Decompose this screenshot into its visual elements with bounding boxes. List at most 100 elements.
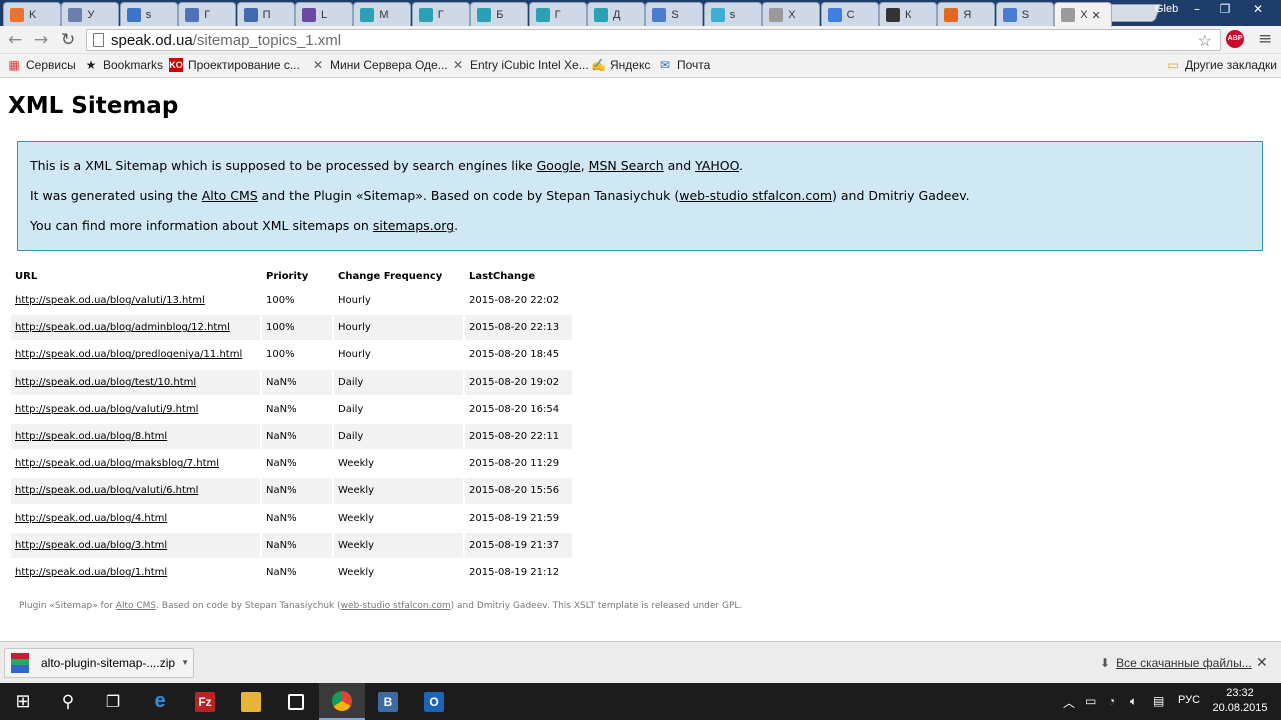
table-row: http://speak.od.ua/blog/predlogeniya/11.… — [11, 342, 572, 368]
browser-tab[interactable]: К — [879, 2, 937, 26]
sitemap-url-link[interactable]: http://speak.od.ua/blog/8.html — [15, 431, 167, 442]
alto-cms-link[interactable]: Alto CMS — [202, 188, 258, 203]
menu-icon[interactable]: ≡ — [1258, 29, 1272, 49]
sitemap-url-link[interactable]: http://speak.od.ua/blog/1.html — [15, 567, 167, 578]
browser-tab[interactable]: Д — [587, 2, 645, 26]
sitemap-table: URL Priority Change Frequency LastChange… — [9, 264, 574, 587]
yahoo-link[interactable]: YAHOO — [695, 158, 739, 173]
taskbar-chrome[interactable] — [319, 683, 365, 720]
sitemap-url-link[interactable]: http://speak.od.ua/blog/4.html — [15, 513, 167, 524]
sitemap-url-link[interactable]: http://speak.od.ua/blog/maksblog/7.html — [15, 458, 219, 469]
close-shelf-icon[interactable]: ✕ — [1256, 654, 1268, 671]
download-icon: ⬇ — [1100, 656, 1111, 670]
taskbar-edge[interactable]: e — [137, 683, 183, 720]
table-row: http://speak.od.ua/blog/8.html NaN% Daily 2… — [11, 423, 572, 450]
browser-tab[interactable]: Г — [178, 2, 237, 26]
column-header-url: URL — [15, 270, 38, 282]
search-button[interactable]: ⚲ — [45, 683, 91, 720]
sitemap-url-link[interactable]: http://speak.od.ua/blog/predlogeniya/11.… — [15, 349, 242, 360]
language-indicator[interactable]: РУС — [1178, 694, 1200, 706]
close-tab-icon[interactable]: ✕ — [1092, 9, 1101, 22]
forward-icon[interactable]: → — [34, 30, 48, 50]
task-view-button[interactable]: ❐ — [90, 683, 136, 720]
all-downloads[interactable]: ⬇ Все скачанные файлы... — [1100, 656, 1252, 670]
browser-tab[interactable]: K — [3, 2, 61, 26]
sitemap-url-link[interactable]: http://speak.od.ua/blog/valuti/13.html — [15, 295, 205, 306]
stfalcon-link[interactable]: web-studio stfalcon.com — [679, 188, 832, 203]
bookmark-pochta[interactable]: ✉ Почта — [658, 58, 710, 72]
browser-tab[interactable]: L — [295, 2, 353, 26]
adblock-icon[interactable]: ABP — [1226, 30, 1244, 48]
store-icon — [288, 693, 304, 710]
download-item[interactable]: alto-plugin-sitemap-....zip ▼ — [4, 648, 194, 678]
bookmarks-bar: ▦ Сервисы ★ Bookmarks KO Проектирование с..… — [0, 54, 1281, 78]
cell-priority: 100% — [262, 315, 332, 341]
wifi-icon[interactable]: ◔ — [1108, 694, 1115, 708]
google-link[interactable]: Google — [537, 158, 581, 173]
notification-icon[interactable]: ▤ — [1153, 694, 1164, 708]
browser-tab[interactable]: У — [61, 2, 120, 26]
folder-icon: ▭ — [1167, 58, 1179, 72]
sitemap-url-link[interactable]: http://speak.od.ua/blog/valuti/6.html — [15, 485, 198, 496]
bookmark-mini-servera[interactable]: ✕ Мини Сервера Оде... — [311, 58, 448, 72]
footer-alto-cms-link[interactable]: Alto CMS — [116, 601, 156, 611]
taskbar-vk[interactable]: B — [365, 683, 411, 720]
profile-name[interactable]: Gleb — [1155, 3, 1178, 15]
tab-favicon-icon — [535, 7, 550, 22]
tab-title: С — [846, 8, 855, 21]
other-bookmarks[interactable]: ▭ Другие закладки — [1166, 58, 1277, 72]
bookmark-apps[interactable]: ▦ Сервисы — [7, 58, 75, 72]
browser-tab[interactable]: Г — [528, 2, 587, 26]
address-bar[interactable]: speak.od.ua/sitemap_topics_1.xml ☆ — [86, 29, 1221, 51]
volume-icon[interactable]: 🔈︎ — [1130, 694, 1137, 709]
bookmark-yandex[interactable]: ✍ Яндекс — [591, 58, 650, 72]
browser-tab[interactable]: Х — [762, 2, 821, 26]
cell-url: http://speak.od.ua/blog/8.html — [11, 423, 260, 450]
sitemap-url-link[interactable]: http://speak.od.ua/blog/adminblog/12.htm… — [15, 322, 230, 333]
sitemap-url-link[interactable]: http://speak.od.ua/blog/valuti/9.html — [15, 404, 198, 415]
taskbar-filezilla[interactable]: Fz — [182, 683, 228, 720]
minimize-icon[interactable]: – — [1183, 0, 1211, 20]
browser-tab[interactable]: С — [820, 2, 879, 26]
clock[interactable]: 23:32 20.08.2015 — [1210, 686, 1270, 716]
taskbar-explorer[interactable] — [228, 683, 274, 720]
bookmark-star-icon[interactable]: ☆ — [1198, 31, 1212, 51]
tab-title: Б — [496, 8, 504, 21]
battery-icon[interactable]: ▭ — [1085, 694, 1096, 708]
browser-tab[interactable]: Х ✕ — [1054, 2, 1113, 27]
browser-tab[interactable]: S — [645, 2, 704, 26]
reload-icon[interactable]: ↻ — [61, 30, 75, 50]
browser-tab[interactable]: Г — [411, 2, 470, 26]
sitemaps-org-link[interactable]: sitemaps.org — [373, 218, 454, 233]
cell-lastchange: 2015-08-20 19:02 — [465, 369, 572, 395]
sitemap-url-link[interactable]: http://speak.od.ua/blog/3.html — [15, 540, 167, 551]
table-row: http://speak.od.ua/blog/test/10.html NaN%… — [11, 369, 572, 395]
cell-url: http://speak.od.ua/blog/1.html — [11, 559, 260, 586]
browser-tab[interactable]: s — [119, 2, 178, 26]
start-button[interactable]: ⊞ — [0, 683, 46, 720]
browser-tab[interactable]: Я — [937, 2, 996, 26]
close-window-icon[interactable]: ✕ — [1241, 0, 1275, 20]
browser-tab[interactable]: s — [703, 2, 762, 26]
taskbar-outlook[interactable]: O — [411, 683, 457, 720]
back-icon[interactable]: ← — [8, 30, 22, 50]
browser-tab[interactable]: П — [236, 2, 295, 26]
tab-title: s — [729, 8, 736, 21]
chevron-down-icon[interactable]: ▼ — [181, 658, 189, 667]
intro-paragraph-3: You can find more information about XML … — [30, 218, 459, 233]
restore-icon[interactable]: ❐ — [1211, 0, 1239, 20]
taskbar-store[interactable] — [273, 683, 319, 720]
bookmark-proektirovanie[interactable]: KO Проектирование с... — [169, 58, 300, 72]
msn-search-link[interactable]: MSN Search — [589, 158, 664, 173]
browser-tab[interactable]: Б — [470, 2, 529, 26]
tab-title: Д — [613, 8, 621, 21]
sitemap-url-link[interactable]: http://speak.od.ua/blog/test/10.html — [15, 377, 196, 388]
bookmark-bookmarks[interactable]: ★ Bookmarks — [84, 58, 163, 72]
browser-tab[interactable]: М — [353, 2, 412, 26]
chevron-up-icon[interactable]: ︿ — [1063, 694, 1075, 711]
bookmark-entry-icubic[interactable]: ✕ Entry iCubic Intel Xe... — [451, 58, 589, 72]
footer-stfalcon-link[interactable]: web-studio stfalcon.com — [341, 601, 451, 611]
browser-tab[interactable]: S — [995, 2, 1054, 26]
all-downloads-link[interactable]: Все скачанные файлы... — [1116, 656, 1252, 670]
cell-priority: NaN% — [262, 559, 332, 586]
